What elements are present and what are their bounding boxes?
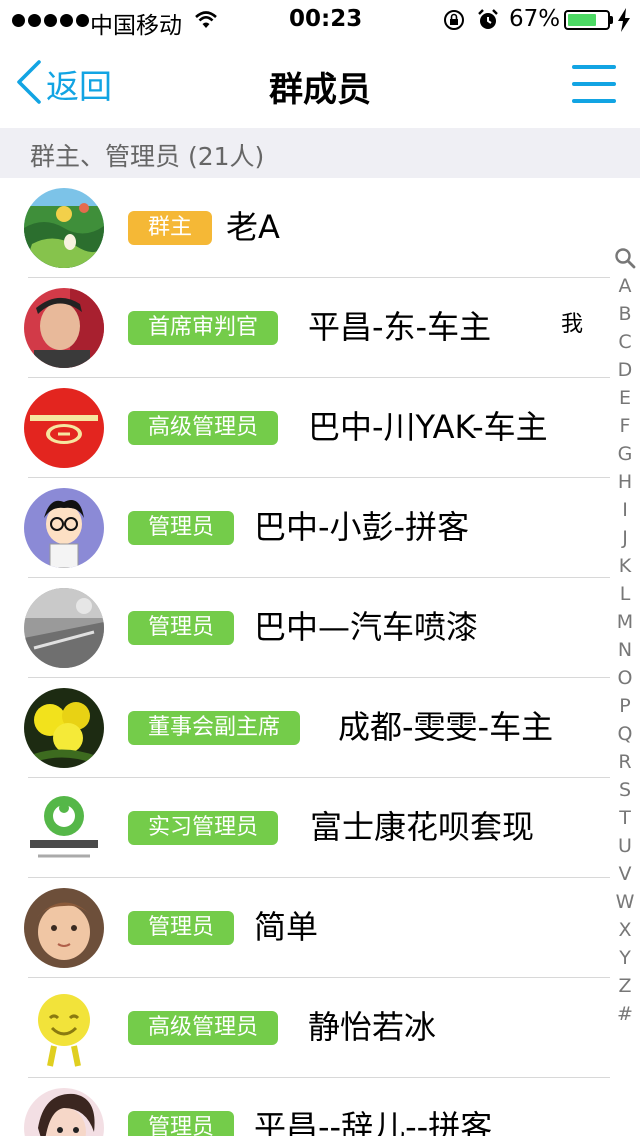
index-letter[interactable]: Q (612, 720, 638, 748)
navigation-bar: 返回 群成员 (0, 40, 640, 128)
role-badge: 管理员 (128, 611, 235, 645)
role-badge: 管理员 (128, 911, 235, 945)
member-row[interactable]: 管理员 巴中—汽车喷漆 (0, 578, 610, 678)
avatar (24, 688, 104, 768)
charging-icon (617, 8, 631, 36)
avatar (24, 488, 104, 568)
index-letter[interactable]: V (612, 860, 638, 888)
alphabet-index-bar[interactable]: A B C D E F G H I J K L M N O P Q R S T … (612, 244, 638, 1028)
search-icon[interactable] (612, 244, 638, 272)
status-bar: 中国移动 00:23 67% (0, 0, 640, 40)
index-letter[interactable]: W (612, 888, 638, 916)
index-letter[interactable]: N (612, 636, 638, 664)
member-name: 平昌--辞儿--拼客 (254, 1108, 493, 1136)
avatar (24, 588, 104, 668)
member-row[interactable]: 首席审判官 平昌-东-车主 我 (0, 278, 610, 378)
index-letter[interactable]: G (612, 440, 638, 468)
member-name: 巴中—汽车喷漆 (254, 608, 479, 646)
member-name: 巴中-小彭-拼客 (254, 508, 470, 546)
avatar (24, 188, 104, 268)
role-badge: 管理员 (128, 1111, 235, 1136)
battery-cap (610, 16, 613, 24)
member-row[interactable]: 管理员 巴中-小彭-拼客 (0, 478, 610, 578)
index-letter[interactable]: L (612, 580, 638, 608)
member-row[interactable]: 管理员 平昌--辞儿--拼客 (0, 1078, 610, 1136)
section-header: 群主、管理员 (21人) (0, 128, 640, 178)
index-letter[interactable]: H (612, 468, 638, 496)
member-name: 成都-雯雯-车主 (338, 708, 554, 746)
index-letter[interactable]: P (612, 692, 638, 720)
menu-icon[interactable] (572, 65, 616, 105)
index-letter[interactable]: E (612, 384, 638, 412)
avatar (24, 1088, 104, 1136)
signal-dots-icon (12, 14, 89, 27)
index-letter[interactable]: U (612, 832, 638, 860)
index-letter[interactable]: J (612, 524, 638, 552)
carrier-name: 中国移动 (90, 13, 182, 39)
index-letter[interactable]: Y (612, 944, 638, 972)
member-row[interactable]: 董事会副主席 成都-雯雯-车主 (0, 678, 610, 778)
member-row[interactable]: 高级管理员 静怡若冰 (0, 978, 610, 1078)
battery-percentage: 67% (509, 6, 561, 32)
member-name: 平昌-东-车主 (308, 308, 492, 346)
member-row[interactable]: 实习管理员 富士康花呗套现 (0, 778, 610, 878)
avatar (24, 988, 104, 1068)
self-tag: 我 (561, 312, 584, 337)
index-letter[interactable]: # (612, 1000, 638, 1028)
role-badge: 群主 (128, 211, 213, 245)
index-letter[interactable]: T (612, 804, 638, 832)
avatar (24, 288, 104, 368)
role-badge: 首席审判官 (128, 311, 279, 345)
index-letter[interactable]: X (612, 916, 638, 944)
member-name: 巴中-川YAK-车主 (308, 408, 548, 446)
index-letter[interactable]: R (612, 748, 638, 776)
index-letter[interactable]: D (612, 356, 638, 384)
member-row[interactable]: 高级管理员 巴中-川YAK-车主 (0, 378, 610, 478)
index-letter[interactable]: I (612, 496, 638, 524)
alarm-icon (476, 8, 500, 36)
avatar (24, 388, 104, 468)
role-badge: 高级管理员 (128, 1011, 279, 1045)
index-letter[interactable]: F (612, 412, 638, 440)
index-letter[interactable]: B (612, 300, 638, 328)
wifi-icon (194, 9, 218, 35)
page-title: 群成员 (269, 70, 371, 110)
clock-time: 00:23 (289, 6, 363, 32)
index-letter[interactable]: S (612, 776, 638, 804)
avatar (24, 888, 104, 968)
member-name: 简单 (254, 908, 319, 946)
index-letter[interactable]: Z (612, 972, 638, 1000)
member-name: 富士康花呗套现 (310, 808, 535, 846)
member-name: 静怡若冰 (308, 1008, 437, 1046)
role-badge: 董事会副主席 (128, 711, 301, 745)
index-letter[interactable]: M (612, 608, 638, 636)
rotation-lock-icon (443, 9, 465, 35)
member-row[interactable]: 群主 老A (0, 178, 610, 278)
index-letter[interactable]: A (612, 272, 638, 300)
index-letter[interactable]: C (612, 328, 638, 356)
section-title: 群主、管理员 (21人) (30, 142, 265, 171)
role-badge: 实习管理员 (128, 811, 279, 845)
role-badge: 管理员 (128, 511, 235, 545)
index-letter[interactable]: K (612, 552, 638, 580)
avatar (24, 788, 104, 868)
index-letter[interactable]: O (612, 664, 638, 692)
role-badge: 高级管理员 (128, 411, 279, 445)
member-row[interactable]: 管理员 简单 (0, 878, 610, 978)
member-name: 老A (226, 208, 280, 246)
member-list: 群主 老A 首席审判官 平昌-东-车主 我 高级管理员 巴中-川YAK-车主 管… (0, 178, 610, 1136)
battery-icon (564, 10, 610, 30)
